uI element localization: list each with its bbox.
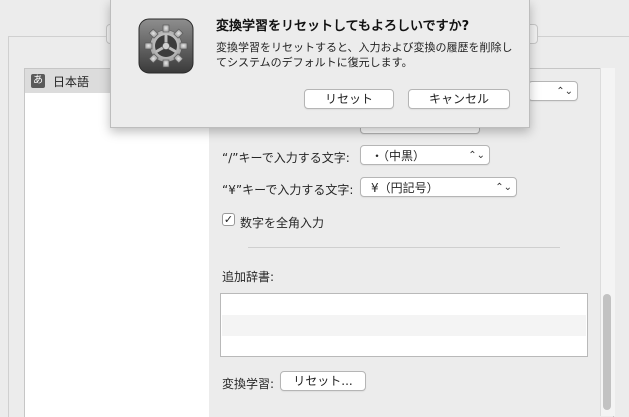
reset-button[interactable]: リセット (304, 89, 394, 109)
sheet-title: 変換学習をリセットしてもよろしいですか? (216, 19, 470, 34)
slash-key-value: ・（中黒） (371, 149, 426, 163)
fullwidth-numbers-checkbox[interactable]: ✓ (222, 213, 235, 226)
list-item-label: 日本語 (53, 74, 90, 89)
extra-dict-list[interactable] (220, 293, 588, 357)
hidden-popup-top[interactable]: ⌃⌄ (528, 81, 578, 101)
fullwidth-numbers-label: 数字を全角入力 (240, 216, 325, 230)
chevron-updown-icon: ⌃⌄ (468, 150, 485, 161)
conversion-learning-label: 変換学習: (222, 377, 275, 391)
cancel-button[interactable]: キャンセル (408, 89, 510, 109)
conversion-reset-button[interactable]: リセット... (280, 371, 366, 391)
chevron-updown-icon: ⌃⌄ (495, 182, 512, 193)
kana-badge-icon: あ (31, 74, 45, 88)
list-row-stripe (222, 315, 586, 336)
scrollbar-thumb[interactable] (603, 294, 611, 410)
gear-icon (138, 18, 194, 74)
extra-dict-label: 追加辞書: (222, 270, 275, 284)
yen-key-popup[interactable]: ¥（円記号） ⌃⌄ (360, 177, 517, 197)
yen-key-value: ¥（円記号） (371, 181, 439, 195)
chevron-updown-icon: ⌃⌄ (556, 86, 573, 97)
sheet-message: 変換学習をリセットすると、入力および変換の履歴を削除してシステムのデフォルトに復… (216, 41, 513, 69)
section-divider (248, 247, 560, 248)
slash-key-popup[interactable]: ・（中黒） ⌃⌄ (360, 145, 490, 165)
slash-key-label: “/”キーで入力する文字: (222, 151, 350, 165)
yen-key-label: “¥”キーで入力する文字: (222, 183, 354, 197)
